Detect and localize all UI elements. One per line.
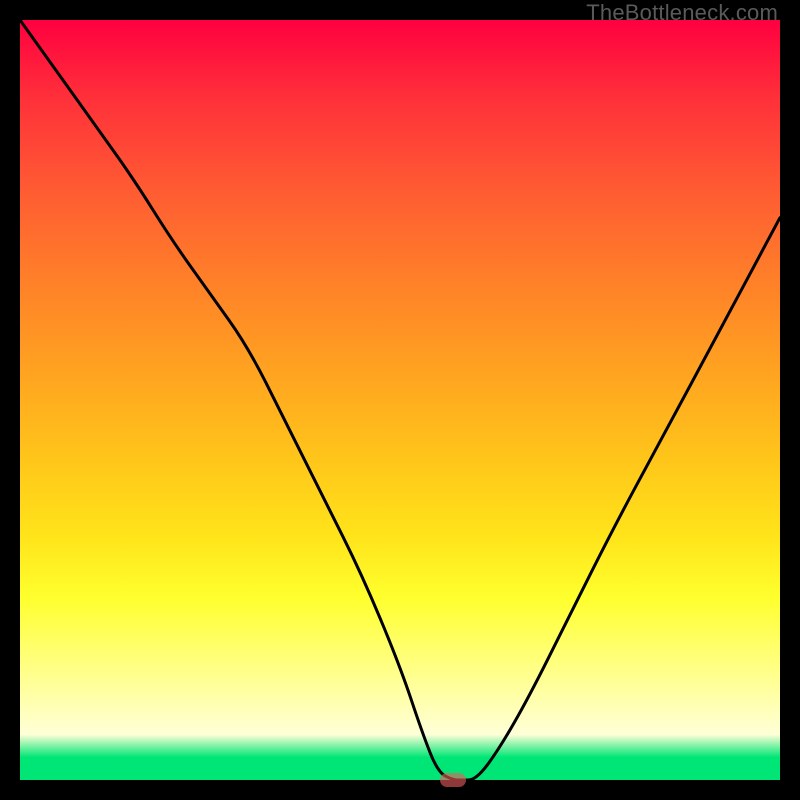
curve-svg xyxy=(20,20,780,780)
plot-area xyxy=(20,20,780,780)
bottleneck-curve-path xyxy=(20,20,780,780)
chart-frame: TheBottleneck.com xyxy=(0,0,800,800)
optimum-marker xyxy=(440,773,466,787)
